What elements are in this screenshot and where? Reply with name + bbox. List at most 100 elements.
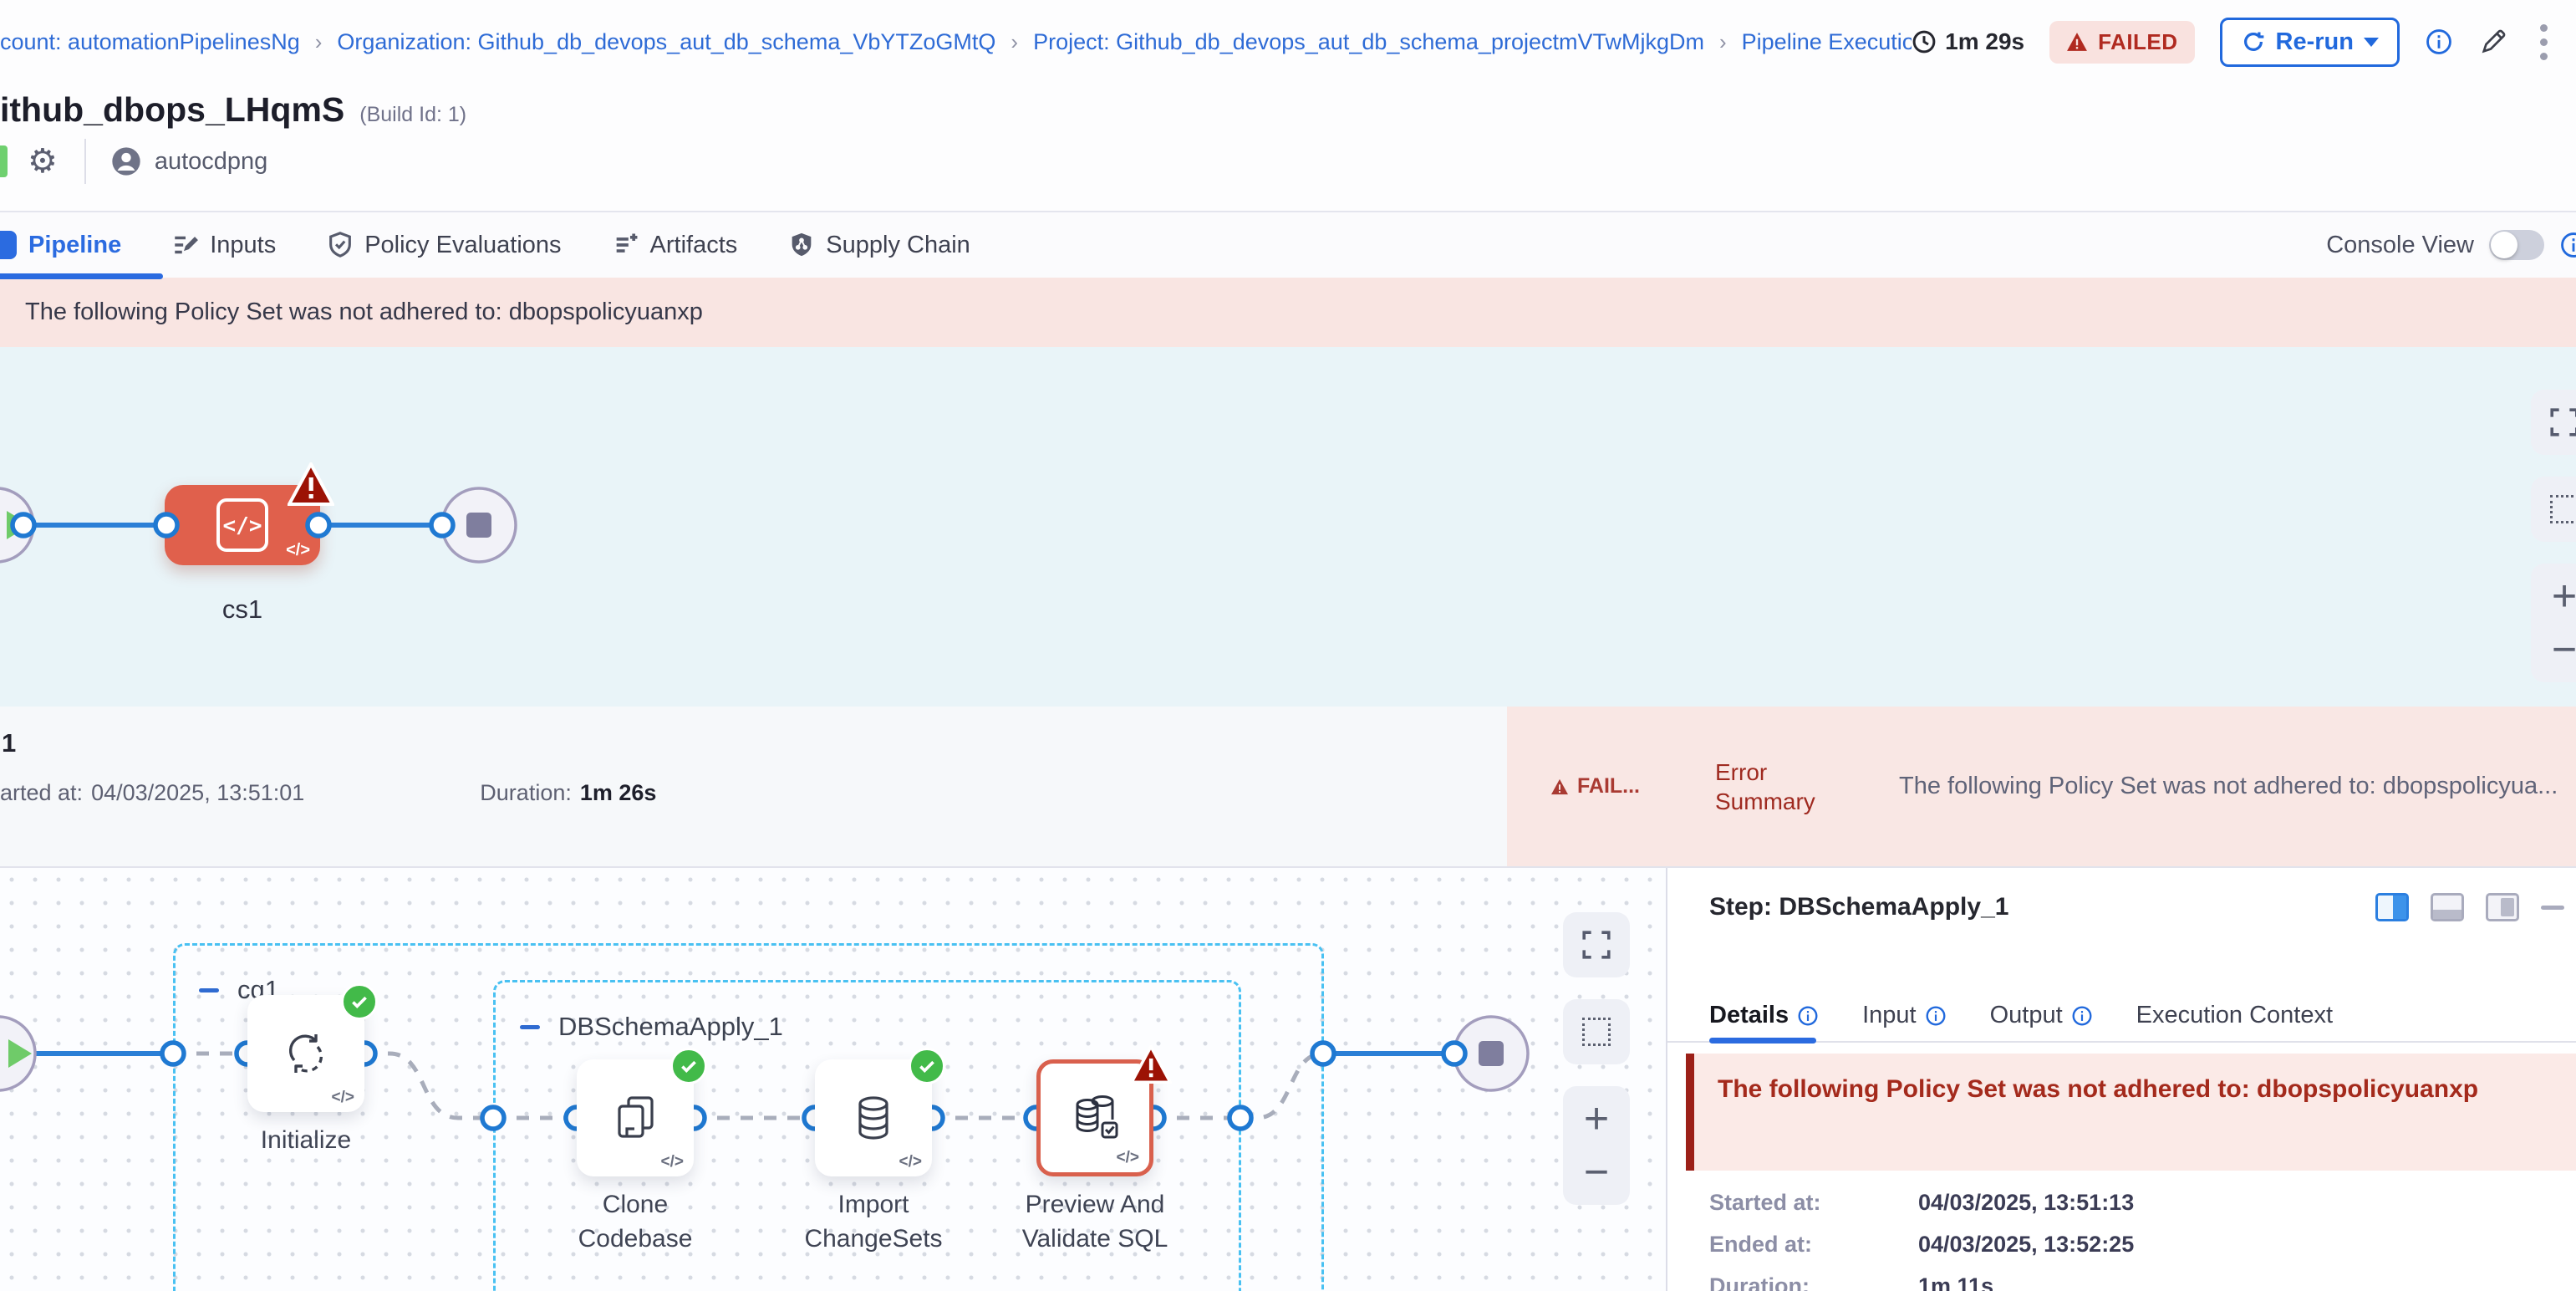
- ended-at-label: Ended at:: [1709, 1232, 1918, 1258]
- started-at-label: arted at:: [0, 780, 83, 806]
- title-section: ithub_dbops_LHqmS (Build Id: 1) ⚙ autocd…: [0, 84, 2576, 211]
- error-summary-text: The following Policy Set was not adhered…: [1899, 773, 2576, 800]
- tab-inputs[interactable]: Inputs: [171, 231, 276, 259]
- tab-input[interactable]: Input: [1862, 1002, 1947, 1029]
- collapse-icon[interactable]: [199, 988, 219, 992]
- console-view-toggle[interactable]: [2489, 230, 2544, 260]
- sync-icon: [279, 1027, 333, 1080]
- code-glyph: </>: [899, 1153, 922, 1171]
- tab-output[interactable]: Output: [1990, 1002, 2093, 1029]
- started-at-value: 04/03/2025, 13:51:13: [1918, 1190, 2134, 1216]
- duration-value: 1m 26s: [580, 780, 657, 806]
- user-avatar-icon: [109, 145, 143, 178]
- step-success-icon: [909, 1048, 945, 1084]
- field-started-at: Started at: 04/03/2025, 13:51:13: [1709, 1190, 2134, 1216]
- stage-node-label: cs1: [165, 594, 320, 625]
- inputs-icon: [171, 231, 200, 259]
- info-icon[interactable]: [2559, 231, 2576, 259]
- info-icon[interactable]: [2071, 1005, 2093, 1027]
- layout-right-split-icon[interactable]: [2375, 893, 2409, 921]
- chevron-down-icon: [2364, 38, 2379, 47]
- step-group-dbschemaapply-header[interactable]: DBSchemaApply_1: [520, 1012, 783, 1042]
- build-id: (Build Id: 1): [359, 103, 466, 127]
- minimize-panel-icon[interactable]: [2541, 906, 2564, 910]
- marquee-select-button[interactable]: [1563, 999, 1630, 1064]
- stage-warning-badge-icon: [288, 462, 334, 506]
- tab-policy-evaluations[interactable]: Policy Evaluations: [326, 231, 561, 259]
- info-icon[interactable]: [1925, 1005, 1947, 1027]
- tab-supply-chain[interactable]: Supply Chain: [787, 231, 970, 259]
- tab-execution-context[interactable]: Execution Context: [2136, 1002, 2333, 1029]
- code-glyph: </>: [1117, 1149, 1139, 1167]
- more-options-icon[interactable]: [2533, 21, 2554, 64]
- step-panel-tabs: Details Input Output Execution Context: [1709, 1002, 2333, 1029]
- stage-summary-bar: 1 arted at: 04/03/2025, 13:51:01 Duratio…: [0, 707, 2576, 868]
- layout-floating-icon[interactable]: [2486, 893, 2519, 921]
- step-panel-title: Step: DBSchemaApply_1: [1709, 893, 2008, 921]
- info-icon[interactable]: [2425, 28, 2453, 56]
- step-label-clone-codebase: Clone Codebase: [543, 1188, 727, 1256]
- pipeline-execution-page: count: automationPipelinesNg › Organizat…: [0, 0, 2576, 1291]
- info-icon[interactable]: [1797, 1005, 1819, 1027]
- warning-triangle-icon: [2066, 32, 2088, 52]
- step-error-message: The following Policy Set was not adhered…: [1718, 1075, 2478, 1104]
- code-glyph: </>: [661, 1153, 684, 1171]
- breadcrumb-organization[interactable]: Organization: Github_db_devops_aut_db_sc…: [337, 29, 995, 55]
- duration-label: Duration:: [1709, 1273, 1918, 1291]
- fullscreen-icon: [2548, 406, 2576, 438]
- policy-violation-text: The following Policy Set was not adhered…: [25, 299, 703, 326]
- elapsed-time-value: 1m 29s: [1945, 28, 2024, 55]
- code-glyph: </>: [286, 541, 310, 560]
- breadcrumb-pipeline-executions[interactable]: Pipeline Executions: [1742, 29, 1912, 55]
- breadcrumb-account[interactable]: count: automationPipelinesNg: [0, 29, 300, 55]
- stage-graph-canvas[interactable]: </> </> cs1 + −: [0, 347, 2576, 707]
- marquee-icon: [2550, 495, 2576, 523]
- triggered-by-user[interactable]: autocdpng: [109, 145, 267, 178]
- tab-pipeline[interactable]: Pipeline: [28, 232, 121, 259]
- breadcrumb-project[interactable]: Project: Github_db_devops_aut_db_schema_…: [1033, 29, 1704, 55]
- pipeline-name: ithub_dbops_LHqmS: [0, 90, 344, 130]
- zoom-out-button[interactable]: −: [2531, 617, 2576, 682]
- tab-artifacts-label: Artifacts: [650, 232, 738, 259]
- started-at-value: 04/03/2025, 13:51:01: [91, 780, 304, 806]
- svg-text:</>: </>: [223, 513, 262, 538]
- policy-violation-banner: The following Policy Set was not adhered…: [0, 278, 2576, 347]
- fullscreen-icon: [1581, 929, 1612, 961]
- edit-pencil-icon[interactable]: [2478, 27, 2508, 57]
- breadcrumb-separator-icon: ›: [1011, 29, 1018, 55]
- zoom-controls: + −: [2531, 564, 2576, 682]
- pipeline-tab-icon: [0, 231, 17, 259]
- step-warning-badge-icon: [1130, 1045, 1172, 1084]
- stage-meta: arted at: 04/03/2025, 13:51:01 Duration:…: [0, 780, 656, 806]
- status-badge: FAILED: [2049, 21, 2194, 64]
- fullscreen-button[interactable]: [1563, 912, 1630, 977]
- marquee-select-button[interactable]: [2531, 477, 2576, 542]
- marquee-icon: [1582, 1018, 1611, 1046]
- warning-triangle-icon: [1550, 778, 1569, 795]
- tab-artifacts[interactable]: Artifacts: [612, 231, 738, 259]
- tab-supply-chain-label: Supply Chain: [826, 232, 970, 259]
- zoom-out-button[interactable]: −: [1563, 1140, 1630, 1205]
- active-tab-underline: [1709, 1038, 1816, 1044]
- execution-title: ithub_dbops_LHqmS (Build Id: 1): [0, 90, 466, 130]
- execution-tab-bar: Pipeline Inputs Policy Evaluations Artif…: [0, 211, 2576, 278]
- canvas-controls: + −: [2531, 390, 2576, 682]
- rerun-button[interactable]: Re-run: [2220, 18, 2400, 67]
- code-glyph: </>: [332, 1089, 354, 1107]
- tab-execution-context-label: Execution Context: [2136, 1002, 2333, 1029]
- collapse-icon[interactable]: [520, 1025, 540, 1029]
- clock-icon: [1912, 29, 1937, 54]
- database-icon: [847, 1091, 900, 1145]
- execution-graph-canvas[interactable]: cg1 DBSchemaApply_1: [0, 868, 1666, 1291]
- fullscreen-button[interactable]: [2531, 390, 2576, 455]
- stage-graph-edges: [0, 347, 2576, 707]
- step-label-preview-validate-sql: Preview And Validate SQL: [1003, 1188, 1187, 1256]
- gear-icon[interactable]: ⚙: [28, 145, 58, 178]
- step-label-import-changesets: Import ChangeSets: [781, 1188, 965, 1256]
- tab-details[interactable]: Details: [1709, 1002, 1819, 1029]
- tab-policy-evaluations-label: Policy Evaluations: [364, 232, 561, 259]
- layout-bottom-split-icon[interactable]: [2431, 893, 2464, 921]
- field-ended-at: Ended at: 04/03/2025, 13:52:25: [1709, 1232, 2134, 1258]
- elapsed-time: 1m 29s: [1912, 28, 2024, 55]
- database-check-icon: [1067, 1091, 1123, 1145]
